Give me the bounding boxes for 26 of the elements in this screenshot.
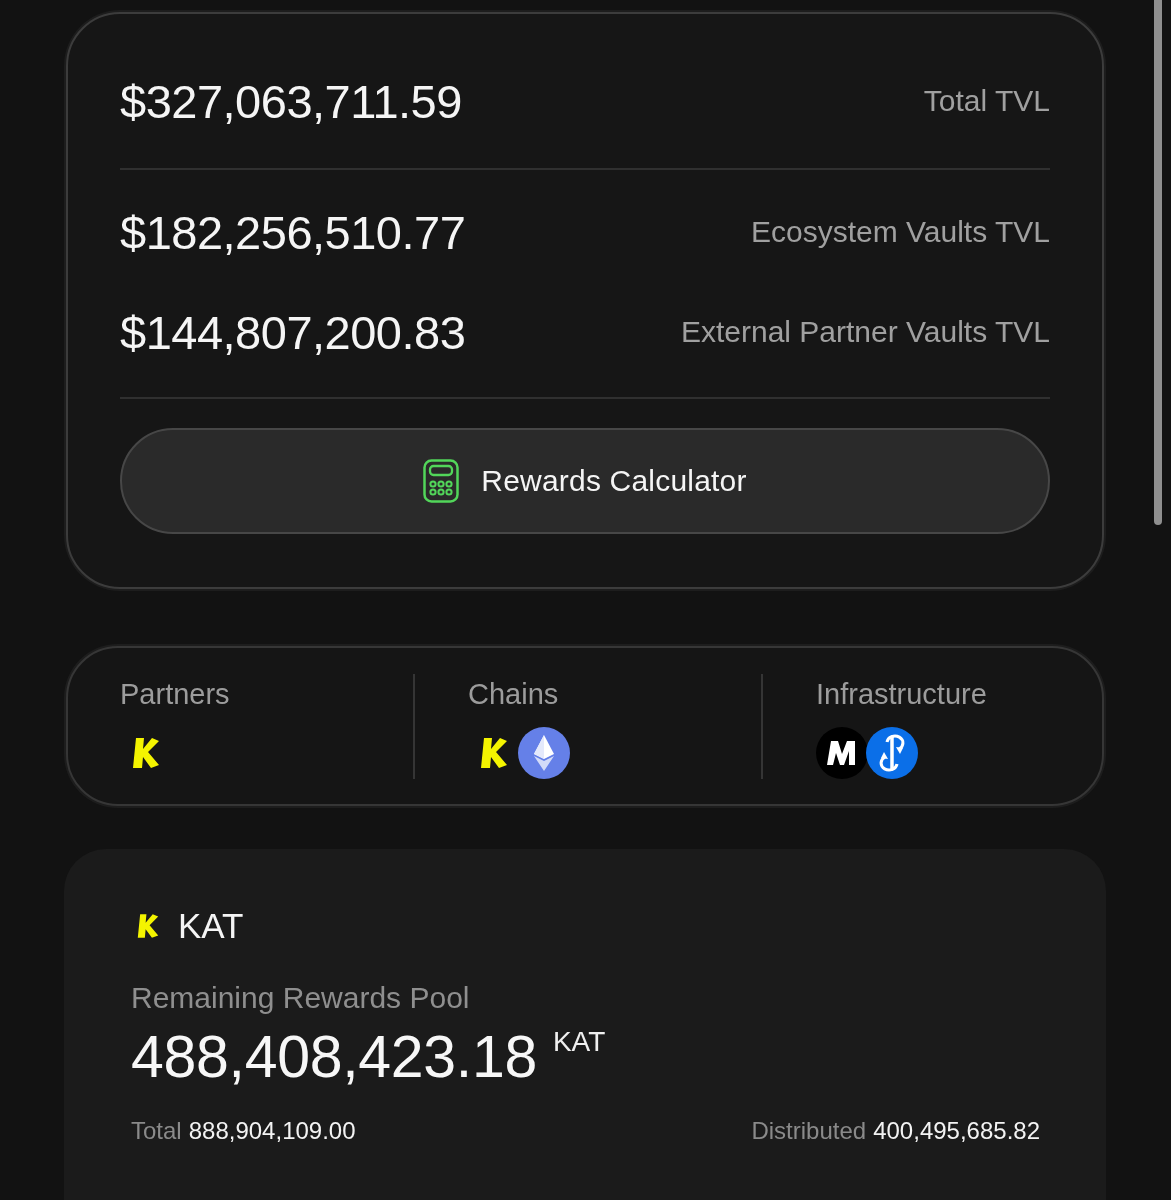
total-tvl-value: $327,063,711.59 bbox=[120, 73, 462, 129]
rewards-calculator-button[interactable]: Rewards Calculator bbox=[120, 428, 1050, 534]
remaining-amount: 488,408,423.18 bbox=[131, 1024, 537, 1090]
tvl-value: $182,256,510.77 bbox=[120, 204, 466, 260]
k-logo-icon bbox=[132, 737, 160, 769]
pool-label: Remaining Rewards Pool bbox=[131, 980, 470, 1016]
ethereum-logo-icon bbox=[518, 727, 570, 779]
total-label: Total bbox=[131, 1117, 182, 1145]
column-title: Infrastructure bbox=[816, 677, 987, 712]
calculator-icon bbox=[423, 459, 460, 503]
arrows-logo-icon bbox=[866, 727, 918, 779]
token-unit: KAT bbox=[552, 1026, 606, 1058]
column-title: Partners bbox=[120, 677, 230, 712]
distributed-label: Distributed bbox=[751, 1117, 867, 1145]
scrollbar-thumb[interactable] bbox=[1154, 0, 1162, 525]
m-logo-icon bbox=[816, 727, 868, 779]
column-title: Chains bbox=[468, 677, 559, 712]
tvl-label: Ecosystem Vaults TVL bbox=[751, 215, 1050, 249]
token-name: KAT bbox=[178, 906, 244, 946]
total-amount: 888,904,109.00 bbox=[188, 1117, 356, 1145]
tvl-label: External Partner Vaults TVL bbox=[680, 315, 1050, 349]
tvl-value: $144,807,200.83 bbox=[120, 304, 466, 360]
total-tvl-label: Total TVL bbox=[923, 84, 1050, 118]
k-logo-icon bbox=[480, 737, 508, 769]
distributed-amount: 400,495,685.82 bbox=[873, 1117, 1040, 1145]
k-logo-icon bbox=[137, 913, 159, 939]
